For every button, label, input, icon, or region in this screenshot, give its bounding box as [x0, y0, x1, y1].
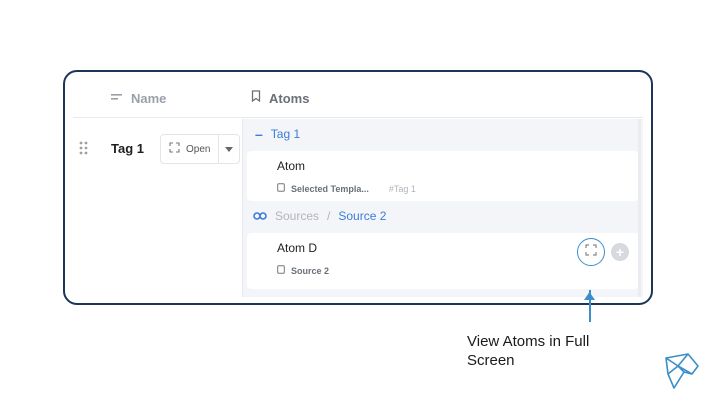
- drag-handle-icon[interactable]: [79, 141, 89, 160]
- bookmark-icon: [251, 89, 261, 107]
- plus-icon: +: [615, 244, 625, 260]
- name-column-header[interactable]: Name: [111, 78, 166, 118]
- name-header-label: Name: [131, 90, 167, 106]
- atom-meta: Source 2: [277, 265, 329, 276]
- open-dropdown-button[interactable]: [219, 135, 239, 163]
- caret-down-icon: [225, 144, 233, 155]
- document-icon: [277, 265, 285, 276]
- vertical-scrollbar[interactable]: [638, 119, 641, 297]
- tag-group-name: Tag 1: [270, 127, 301, 141]
- atom-title: Atom D: [277, 241, 318, 255]
- open-button-group: Open: [160, 134, 240, 164]
- tag-column: Tag 1 Open: [73, 119, 241, 297]
- breadcrumb-separator: /: [327, 209, 331, 223]
- atom-template-label: Selected Templa...: [291, 183, 369, 194]
- open-button[interactable]: Open: [161, 135, 219, 163]
- source-breadcrumb: Sources / Source 2: [243, 203, 643, 229]
- expand-icon: [169, 142, 180, 156]
- add-atom-button[interactable]: +: [611, 243, 629, 261]
- atom-meta: Selected Templa... #Tag 1: [277, 183, 416, 194]
- fullscreen-button[interactable]: [577, 238, 605, 266]
- breadcrumb-sources[interactable]: Sources: [275, 209, 319, 223]
- tag-label: Tag 1: [111, 141, 144, 156]
- screenshot-frame: Name Atoms Tag 1 Open – Tag 1 Atom Selec…: [63, 70, 653, 305]
- breadcrumb-source-2[interactable]: Source 2: [338, 209, 386, 223]
- atoms-column-header[interactable]: Atoms: [251, 78, 309, 118]
- minus-icon[interactable]: –: [255, 126, 263, 142]
- atom-title: Atom: [277, 159, 306, 173]
- lines-icon: [111, 89, 123, 107]
- document-icon: [277, 183, 285, 194]
- brand-logo-icon: [662, 352, 702, 397]
- callout-label: View Atoms in Full Screen: [467, 333, 590, 369]
- atoms-table: Name Atoms Tag 1 Open – Tag 1 Atom Selec…: [73, 78, 643, 297]
- atom-source-label: Source 2: [291, 265, 330, 276]
- atoms-header-label: Atoms: [269, 90, 310, 106]
- fullscreen-icon: [585, 243, 597, 261]
- open-button-label: Open: [186, 143, 211, 155]
- arrow-up-icon: [584, 287, 595, 305]
- atoms-column: – Tag 1 Atom Selected Templa... #Tag 1 S…: [243, 119, 643, 297]
- atom-card[interactable]: Atom Selected Templa... #Tag 1: [247, 151, 639, 201]
- tag-group-header[interactable]: – Tag 1: [243, 119, 643, 149]
- atom-tag[interactable]: #Tag 1: [389, 184, 416, 194]
- table-header: Name Atoms: [73, 78, 643, 118]
- link-icon: [253, 209, 267, 223]
